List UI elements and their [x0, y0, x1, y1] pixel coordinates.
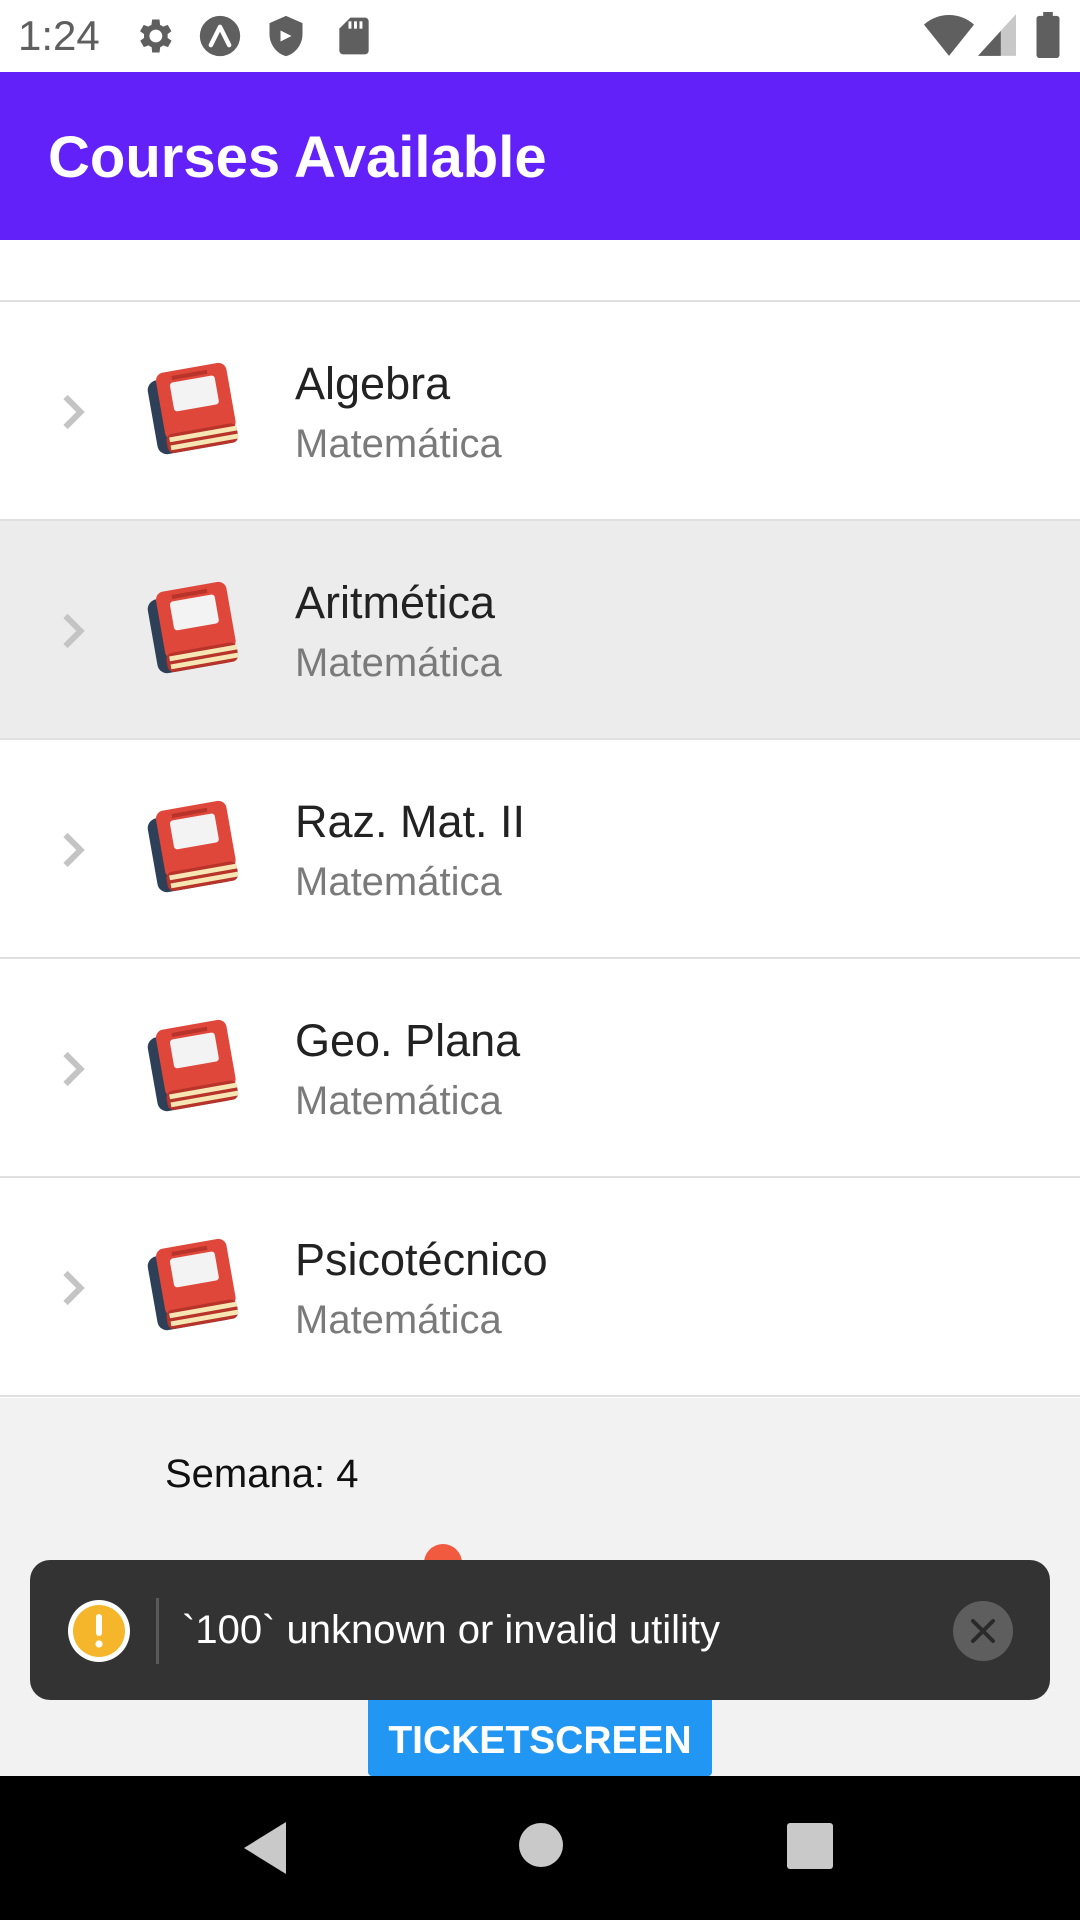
toast-message: `100` unknown or invalid utility — [182, 1608, 721, 1652]
course-title: Raz. Mat. II — [295, 796, 526, 847]
course-title: Algebra — [295, 358, 451, 409]
status-bar: 1:24 — [0, 0, 1080, 72]
course-subtitle: Matemática — [295, 1079, 502, 1123]
page-title: Courses Available — [48, 125, 547, 190]
warning-icon — [68, 1600, 130, 1662]
chevron-right-icon — [63, 1270, 85, 1306]
book-icon — [147, 1019, 239, 1112]
list-item[interactable]: Psicotécnico Matemática — [0, 1178, 1080, 1397]
list-item[interactable]: Algebra Matemática — [0, 302, 1080, 521]
book-icon — [147, 800, 239, 893]
status-time: 1:24 — [18, 12, 100, 59]
toast-divider — [156, 1598, 159, 1664]
course-title: Aritmética — [295, 577, 496, 628]
list-item[interactable]: Matemática — [0, 240, 1080, 302]
course-subtitle: Matemática — [295, 240, 502, 248]
chevron-right-icon — [63, 1051, 85, 1087]
signal-icon — [978, 14, 1016, 56]
sd-card-icon — [339, 17, 369, 55]
battery-icon — [1036, 12, 1060, 58]
app-bar: Courses Available — [0, 72, 1080, 240]
course-subtitle: Matemática — [295, 860, 502, 904]
course-title: Geo. Plana — [295, 1015, 521, 1066]
wifi-icon — [924, 15, 974, 56]
close-icon[interactable] — [952, 1600, 1014, 1662]
back-icon[interactable] — [240, 1820, 290, 1876]
shield-icon — [269, 15, 303, 57]
chevron-right-icon — [63, 832, 85, 868]
chevron-right-icon — [63, 394, 85, 430]
list-item[interactable]: Geo. Plana Matemática — [0, 959, 1080, 1178]
semana-label: Semana: 4 — [165, 1452, 359, 1496]
course-subtitle: Matemática — [295, 422, 502, 466]
arch-icon — [199, 15, 241, 57]
settings-icon — [140, 19, 172, 53]
course-subtitle: Matemática — [295, 1298, 502, 1342]
chevron-right-icon — [63, 613, 85, 649]
list-item[interactable]: Aritmética Matemática — [0, 521, 1080, 740]
book-icon — [147, 581, 239, 674]
recents-icon[interactable] — [786, 1822, 834, 1870]
book-icon — [147, 362, 239, 455]
course-list[interactable]: Matemática Algebra Matemática — [0, 240, 1080, 1398]
book-icon — [147, 1238, 239, 1331]
navigation-bar — [0, 1776, 1080, 1920]
course-subtitle: Matemática — [295, 641, 502, 685]
course-title: Psicotécnico — [295, 1234, 548, 1285]
list-item[interactable]: Raz. Mat. II Matemática — [0, 740, 1080, 959]
home-icon[interactable] — [518, 1822, 564, 1868]
error-toast: `100` unknown or invalid utility — [30, 1560, 1050, 1700]
